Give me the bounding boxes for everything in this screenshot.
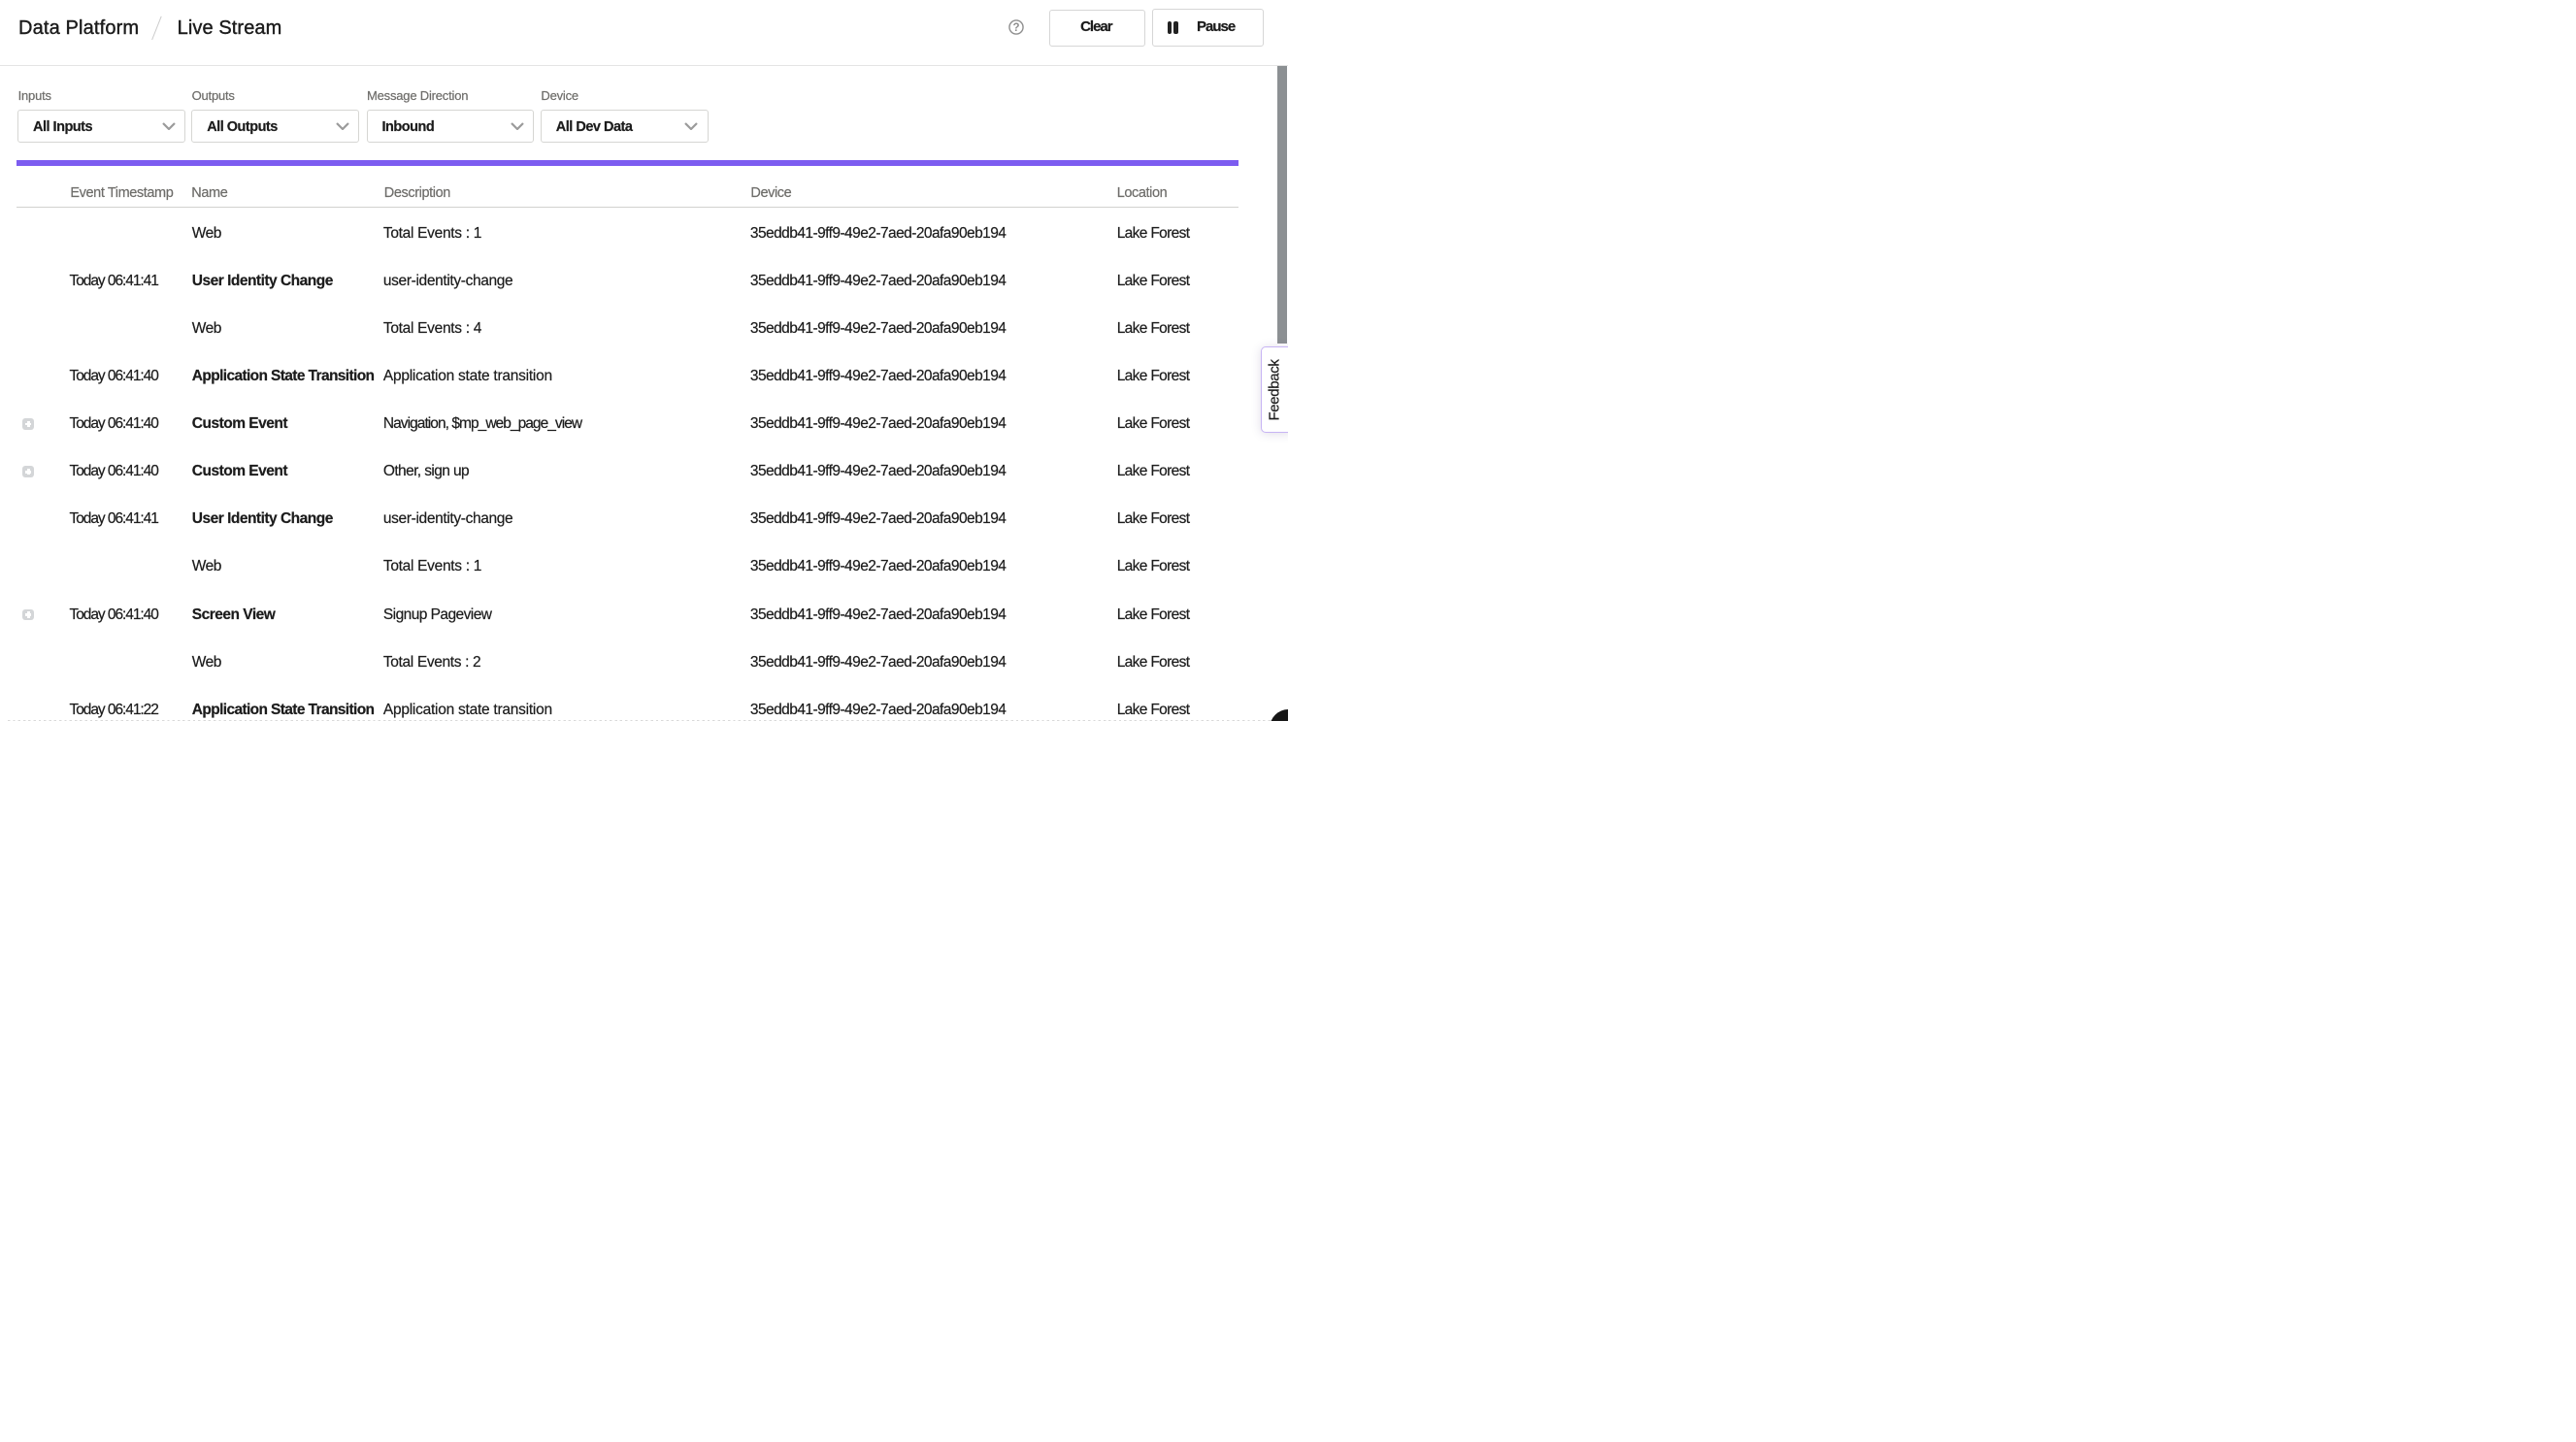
svg-text:?: ? [1012,22,1019,34]
